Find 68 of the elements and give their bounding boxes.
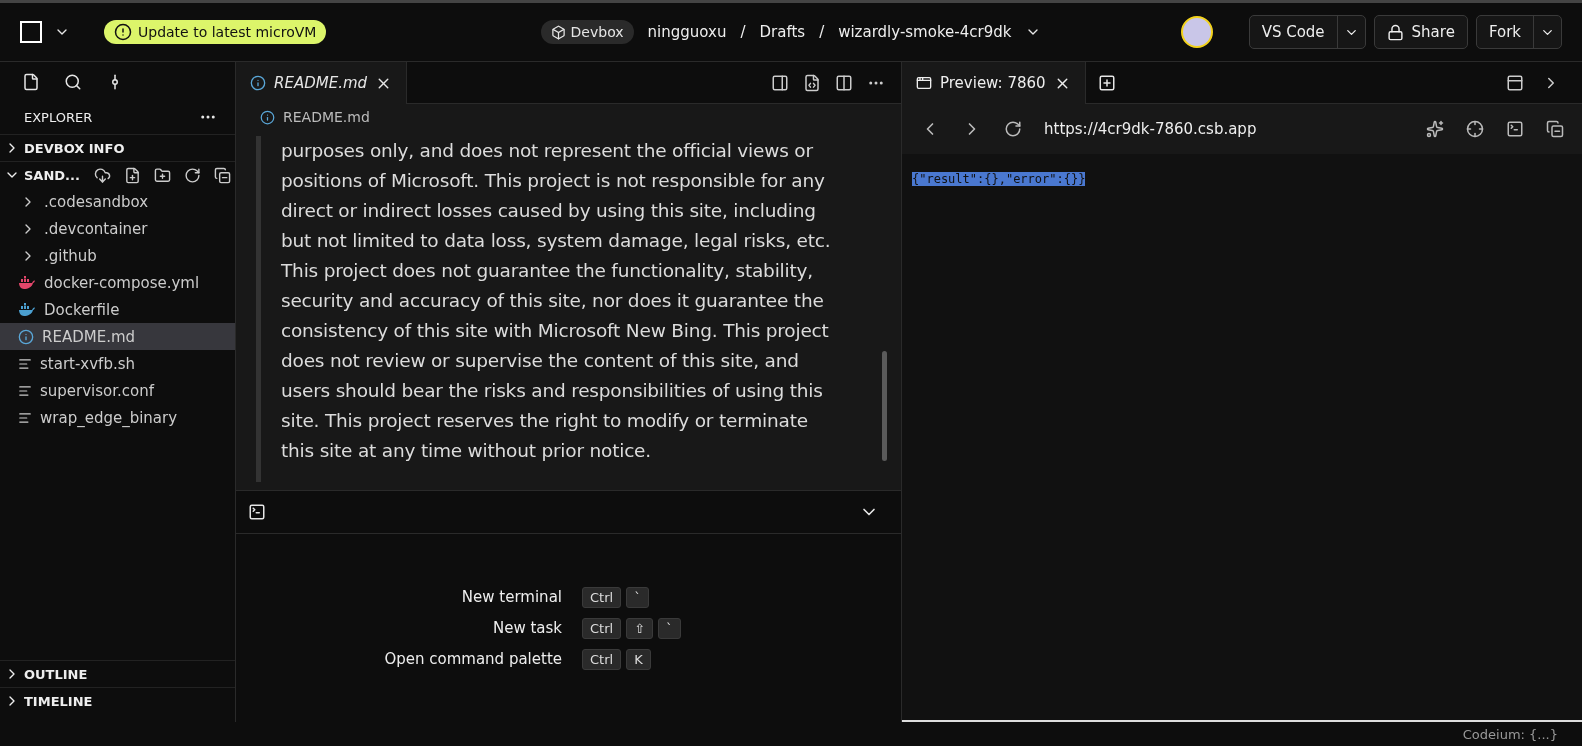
terminal-icon[interactable] bbox=[1506, 120, 1524, 138]
breadcrumb-item[interactable]: README.md bbox=[283, 109, 370, 125]
info-icon bbox=[250, 75, 266, 91]
key-cap: Ctrl bbox=[582, 586, 622, 608]
shortcut-label: Open command palette bbox=[383, 650, 562, 668]
file-tree-item[interactable]: README.md bbox=[0, 323, 235, 350]
editor-tab[interactable]: README.md bbox=[236, 62, 408, 104]
text-file-icon bbox=[18, 410, 32, 425]
file-tree-item[interactable]: supervisor.conf bbox=[0, 377, 235, 404]
preview-tab[interactable]: Preview: 7860 bbox=[902, 62, 1086, 104]
text-file-icon bbox=[18, 356, 32, 371]
explorer-title: EXPLORER bbox=[24, 109, 93, 125]
key-cap: ⇧ bbox=[626, 617, 654, 639]
panel-icon[interactable] bbox=[1506, 73, 1524, 92]
key-cap: ` bbox=[658, 617, 681, 639]
breadcrumb-separator: / bbox=[819, 23, 825, 41]
section-header[interactable]: OUTLINE bbox=[0, 660, 235, 687]
status-text[interactable]: Codeium: {...} bbox=[1462, 726, 1558, 742]
sparkles-icon[interactable] bbox=[1426, 120, 1444, 138]
reload-icon[interactable] bbox=[1004, 120, 1022, 138]
info-icon bbox=[18, 328, 34, 345]
breadcrumb-item[interactable]: wizardly-smoke-4cr9dk bbox=[838, 23, 1012, 41]
key-cap: Ctrl bbox=[582, 617, 622, 639]
section-header[interactable]: SAND... bbox=[0, 161, 235, 188]
window-icon bbox=[916, 75, 932, 91]
lock-icon bbox=[1386, 23, 1404, 41]
preview-file-icon[interactable] bbox=[803, 73, 821, 92]
file-tree-item[interactable]: wrap_edge_binary bbox=[0, 404, 235, 431]
add-icon[interactable] bbox=[1097, 73, 1116, 92]
new-file-icon[interactable] bbox=[123, 166, 141, 184]
header-button[interactable]: Share bbox=[1374, 16, 1467, 48]
file-tree-item[interactable]: .github bbox=[0, 242, 235, 269]
shortcut-label: New terminal bbox=[460, 588, 562, 606]
file-tree-item[interactable]: Dockerfile bbox=[0, 296, 235, 323]
key-cap: ` bbox=[626, 586, 649, 608]
file-tree-item[interactable]: .codesandbox bbox=[0, 188, 235, 215]
text-file-icon bbox=[18, 383, 32, 398]
readme-paragraph: purposes only, and does not represent the official views or positions of Microsoft. This project is not responsible for any direct or indirect losses caused by using this site, including but not limited to data loss, system damage, legal risks, etc. This project does not guarantee the functionality, stability, security and accuracy of this site, nor does it guarantee the consistency of this site with Microsoft New Bing. This project does not review or supervise the content of this site, and users should bear the risks and responsibilities of using this site. This project reserves the right to modify or terminate this site at any time without prior notice. bbox=[281, 139, 832, 463]
file-icon[interactable] bbox=[22, 73, 40, 91]
crosshair-icon[interactable] bbox=[1466, 120, 1484, 138]
breadcrumb-item[interactable]: Drafts bbox=[759, 23, 806, 41]
devbox-chip: Devbox bbox=[540, 20, 634, 44]
panel-icon[interactable] bbox=[771, 73, 789, 92]
alert-icon bbox=[114, 23, 132, 41]
json-response: {"result":{},"error":{}} bbox=[912, 172, 1086, 186]
file-tree-item[interactable]: start-xvfb.sh bbox=[0, 350, 235, 377]
shortcut-label: New task bbox=[491, 619, 562, 637]
breadcrumb-item[interactable]: ningguoxu bbox=[647, 23, 727, 41]
windows-icon[interactable] bbox=[1546, 120, 1564, 138]
collapse-icon[interactable] bbox=[213, 166, 231, 184]
key-cap: K bbox=[626, 648, 651, 670]
key-cap: Ctrl bbox=[582, 648, 622, 670]
section-header[interactable]: TIMELINE bbox=[0, 687, 235, 714]
info-icon bbox=[260, 109, 275, 125]
refresh-icon[interactable] bbox=[183, 166, 201, 184]
file-tree-item[interactable]: .devcontainer bbox=[0, 215, 235, 242]
file-tree-item[interactable]: docker-compose.yml bbox=[0, 269, 235, 296]
user-avatar[interactable] bbox=[1180, 16, 1213, 48]
url-field[interactable]: https://4cr9dk-7860.csb.app bbox=[1044, 120, 1257, 138]
cloud-download-icon[interactable] bbox=[93, 166, 111, 184]
cube-icon bbox=[550, 24, 566, 40]
breadcrumb-separator: / bbox=[740, 23, 746, 41]
update-badge[interactable]: Update to latest microVM bbox=[104, 20, 327, 44]
split-editor-icon[interactable] bbox=[835, 73, 853, 92]
section-header[interactable]: DEVBOX INFO bbox=[0, 134, 235, 161]
new-folder-icon[interactable] bbox=[153, 166, 171, 184]
logo-icon[interactable] bbox=[20, 21, 42, 43]
search-icon[interactable] bbox=[64, 73, 82, 91]
